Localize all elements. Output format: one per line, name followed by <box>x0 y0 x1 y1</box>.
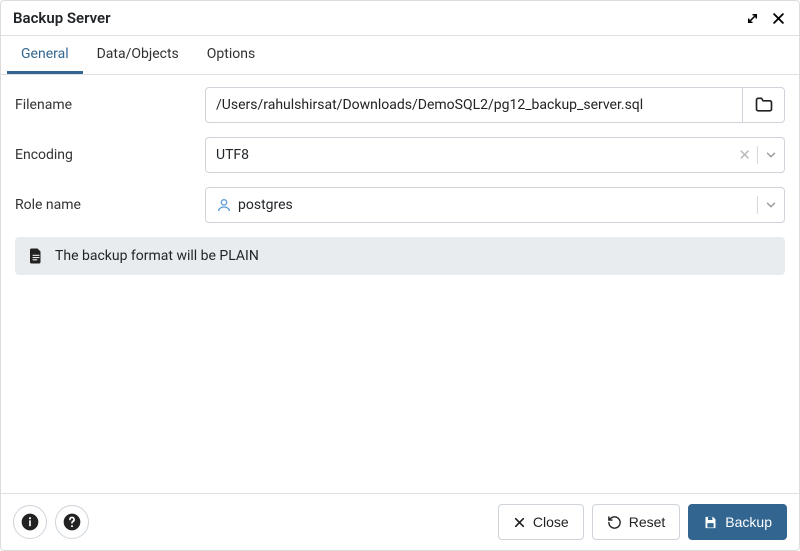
info-banner: The backup format will be PLAIN <box>15 237 785 275</box>
rolename-select[interactable]: postgres <box>205 187 785 223</box>
dialog-body: Filename Encoding UTF8 ✕ <box>1 75 799 493</box>
filename-input[interactable] <box>206 91 742 119</box>
backup-label: Backup <box>725 514 772 530</box>
row-rolename: Role name postgres <box>15 187 785 223</box>
resize-icon[interactable] <box>743 9 761 27</box>
user-icon <box>216 197 232 213</box>
close-label: Close <box>533 514 569 530</box>
tab-general[interactable]: General <box>7 36 83 74</box>
dialog-footer: Close Reset Backup <box>1 493 799 550</box>
help-icon <box>62 512 82 532</box>
clear-icon[interactable]: ✕ <box>738 146 751 164</box>
backup-server-dialog: Backup Server General Data/Objects Optio… <box>0 0 800 551</box>
row-encoding: Encoding UTF8 ✕ <box>15 137 785 173</box>
label-rolename: Role name <box>15 197 205 213</box>
reset-icon <box>607 515 622 530</box>
folder-icon <box>754 95 774 115</box>
separator <box>757 196 758 214</box>
reset-label: Reset <box>629 514 666 530</box>
reset-button[interactable]: Reset <box>592 504 681 540</box>
tab-data-objects[interactable]: Data/Objects <box>83 36 193 74</box>
help-button[interactable] <box>55 505 89 539</box>
encoding-value: UTF8 <box>216 147 738 163</box>
encoding-select[interactable]: UTF8 ✕ <box>205 137 785 173</box>
tab-options[interactable]: Options <box>193 36 269 74</box>
label-filename: Filename <box>15 97 205 113</box>
row-filename: Filename <box>15 87 785 123</box>
filename-input-group <box>205 87 785 123</box>
backup-button[interactable]: Backup <box>688 504 787 540</box>
label-encoding: Encoding <box>15 147 205 163</box>
info-button[interactable] <box>13 505 47 539</box>
dialog-title: Backup Server <box>13 9 735 27</box>
tabs: General Data/Objects Options <box>1 36 799 75</box>
info-message: The backup format will be PLAIN <box>55 248 259 264</box>
chevron-down-icon <box>764 198 778 212</box>
close-icon[interactable] <box>769 9 787 27</box>
file-browse-button[interactable] <box>742 88 784 122</box>
close-icon <box>513 516 526 529</box>
separator <box>757 146 758 164</box>
info-icon <box>20 512 40 532</box>
chevron-down-icon <box>764 148 778 162</box>
close-button[interactable]: Close <box>498 504 584 540</box>
rolename-value: postgres <box>238 197 293 213</box>
document-icon <box>27 247 45 265</box>
save-icon <box>703 515 718 530</box>
dialog-header: Backup Server <box>1 1 799 36</box>
